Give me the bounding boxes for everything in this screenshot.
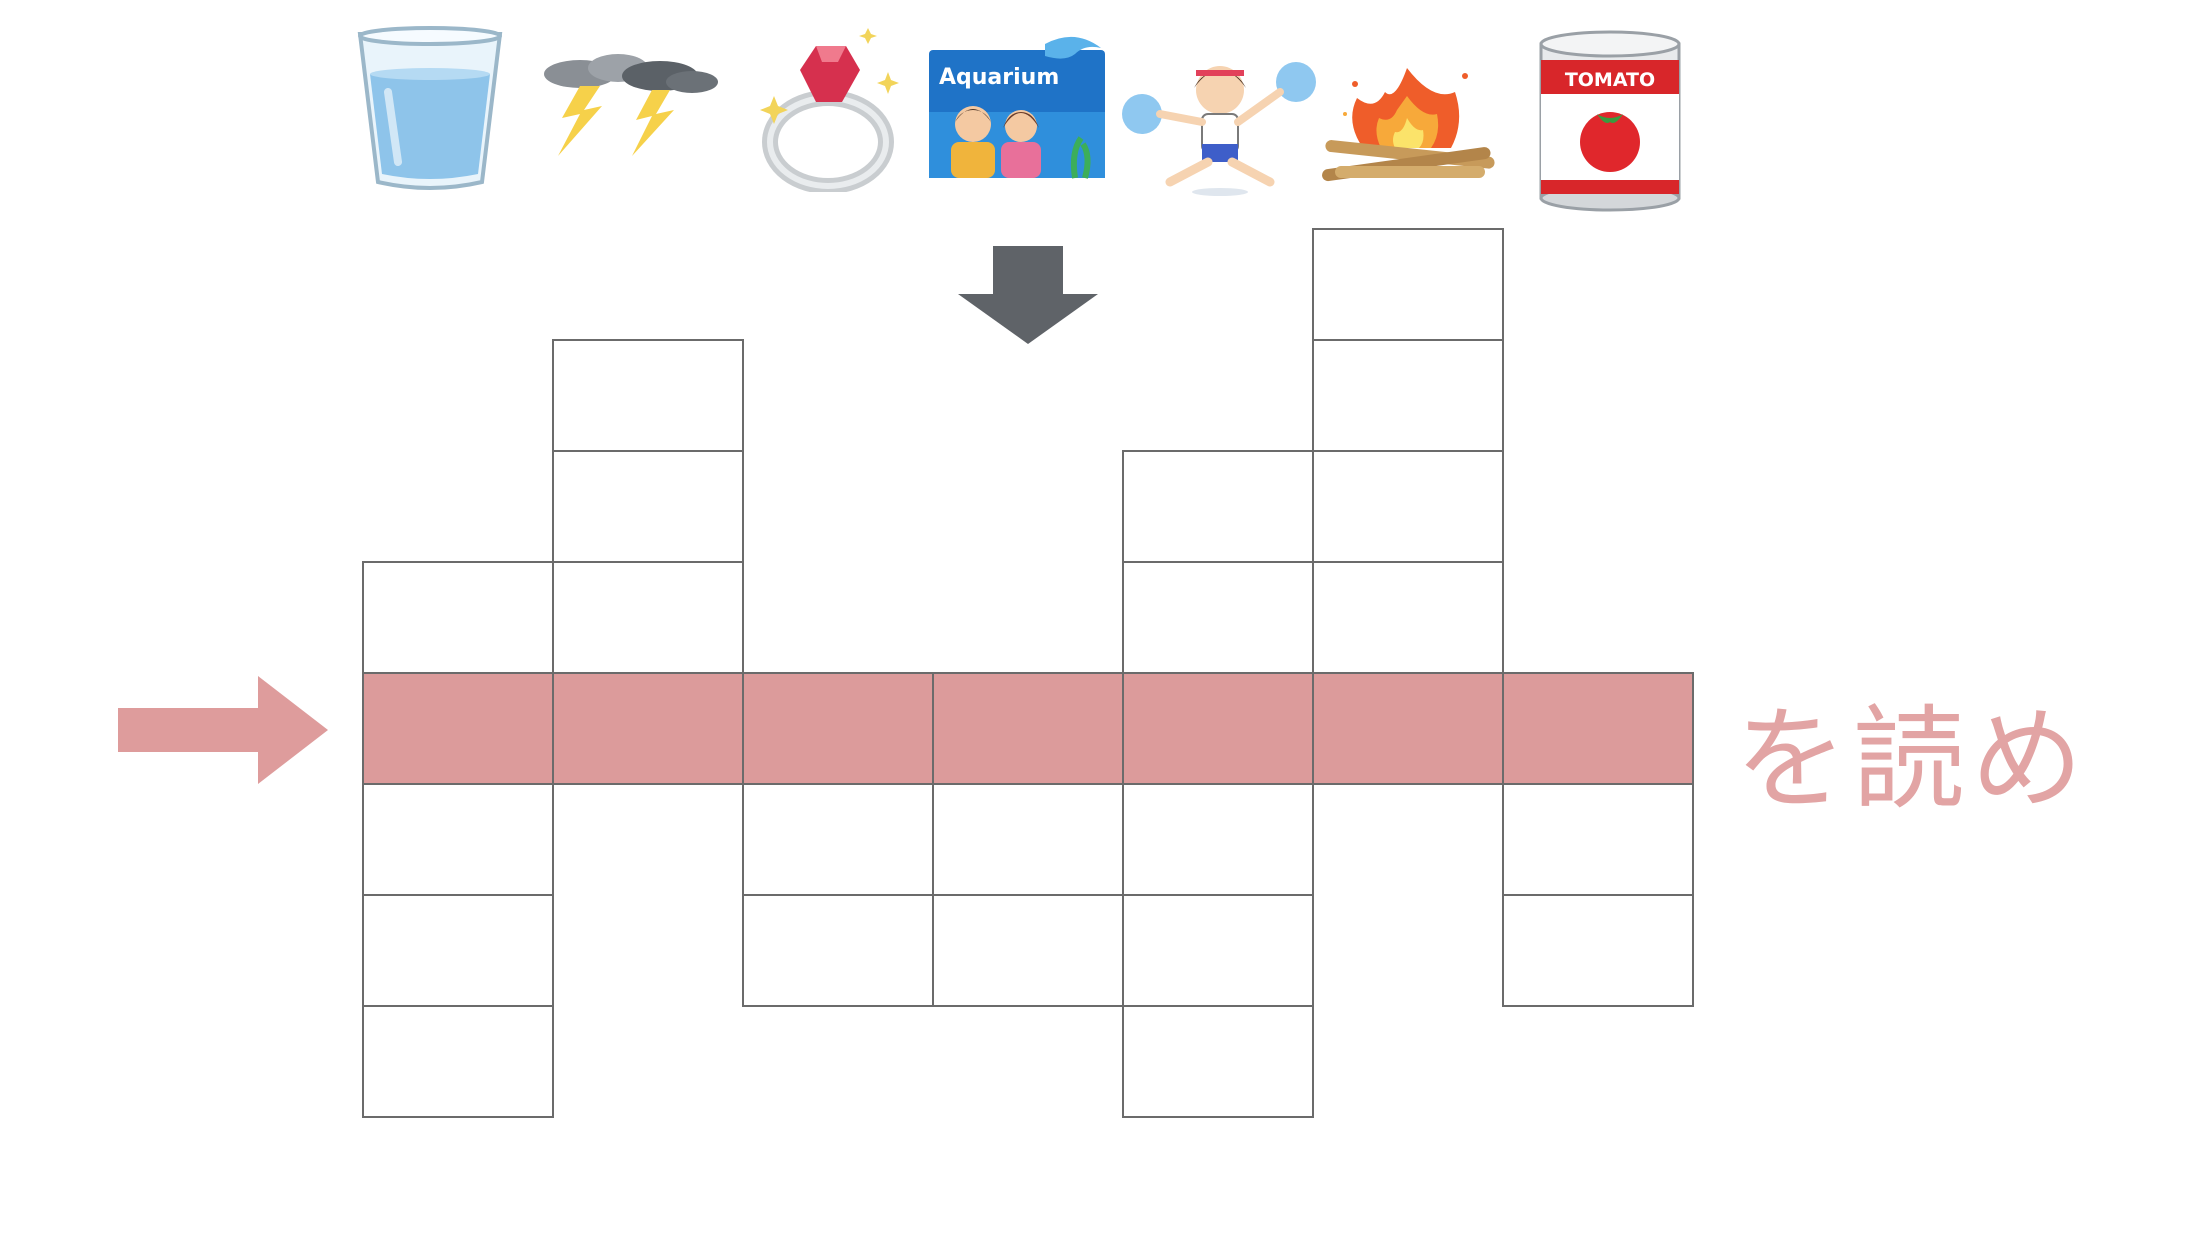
highlighted-cell [552, 672, 744, 785]
highlighted-cell [742, 672, 934, 785]
highlighted-cell [932, 672, 1124, 785]
highlighted-cell [1502, 672, 1694, 785]
highlighted-cell [1122, 672, 1314, 785]
grid-cell [362, 894, 554, 1007]
grid-cell [1502, 783, 1694, 896]
grid-cell [1502, 894, 1694, 1007]
grid-cell [1122, 561, 1314, 674]
grid-cell [362, 783, 554, 896]
grid-cell [362, 561, 554, 674]
right-arrow-icon [118, 676, 328, 784]
grid-cell [1312, 339, 1504, 452]
grid-cell [1312, 561, 1504, 674]
grid-cell [932, 783, 1124, 896]
highlighted-cell [362, 672, 554, 785]
grid-cell [1122, 450, 1314, 563]
grid-cell [362, 1005, 554, 1118]
grid-cell [742, 894, 934, 1007]
grid-cell [1312, 228, 1504, 341]
grid-cell [932, 894, 1124, 1007]
grid-cell [552, 561, 744, 674]
grid-cell [1122, 894, 1314, 1007]
grid-cell [552, 339, 744, 452]
grid-cell [1312, 450, 1504, 563]
instruction-text: を読め [1735, 695, 2089, 825]
grid-cell [742, 783, 934, 896]
grid-cell [1122, 783, 1314, 896]
highlighted-cell [1312, 672, 1504, 785]
grid-cell [552, 450, 744, 563]
grid-cell [1122, 1005, 1314, 1118]
crossword-grid [0, 0, 2209, 1250]
